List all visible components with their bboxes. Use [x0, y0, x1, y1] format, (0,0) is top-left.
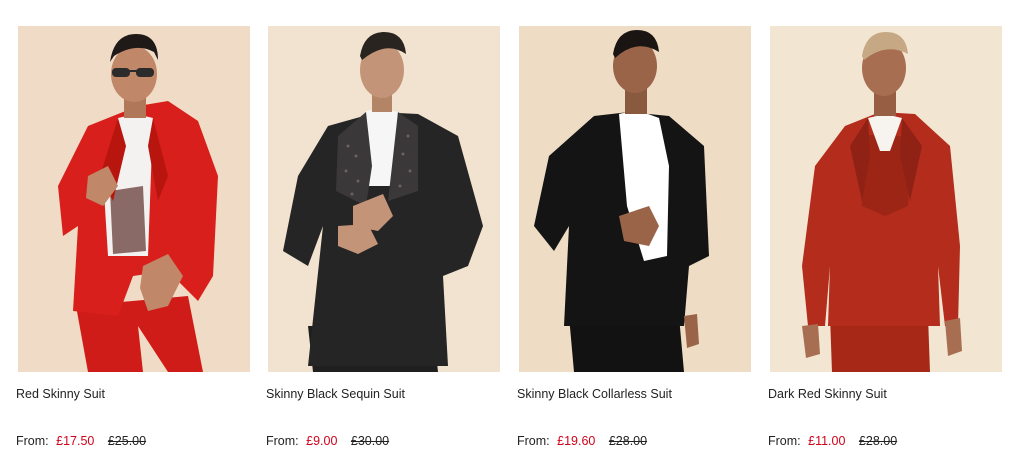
model-photo-black-collarless-suit — [519, 26, 751, 372]
model-photo-black-sequin-suit — [268, 26, 500, 372]
product-title-link[interactable]: Dark Red Skinny Suit — [768, 387, 1004, 401]
product-image[interactable] — [519, 26, 751, 372]
product-image[interactable] — [770, 26, 1002, 372]
product-grid: Red Skinny Suit From: £17.50 £25.00 Skin… — [0, 0, 1024, 470]
sale-price: £17.50 — [56, 434, 95, 448]
product-card[interactable]: Skinny Black Sequin Suit From: £9.00 £30… — [266, 26, 502, 456]
from-label: From: — [517, 434, 550, 448]
product-title-link[interactable]: Skinny Black Sequin Suit — [266, 387, 502, 401]
price-row: From: £19.60 £28.00 — [517, 434, 647, 448]
from-label: From: — [266, 434, 299, 448]
price-row: From: £9.00 £30.00 — [266, 434, 389, 448]
model-photo-dark-red-suit — [770, 26, 1002, 372]
product-image[interactable] — [268, 26, 500, 372]
model-photo-red-suit — [18, 26, 250, 372]
original-price: £28.00 — [608, 434, 648, 448]
product-card[interactable]: Dark Red Skinny Suit From: £11.00 £28.00 — [768, 26, 1004, 456]
product-title-link[interactable]: Red Skinny Suit — [16, 387, 252, 401]
original-price: £28.00 — [858, 434, 898, 448]
product-card[interactable]: Red Skinny Suit From: £17.50 £25.00 — [16, 26, 252, 456]
sale-price: £11.00 — [808, 434, 846, 448]
sale-price: £9.00 — [306, 434, 338, 448]
product-image[interactable] — [18, 26, 250, 372]
original-price: £25.00 — [107, 434, 147, 448]
product-card[interactable]: Skinny Black Collarless Suit From: £19.6… — [517, 26, 753, 456]
price-row: From: £11.00 £28.00 — [768, 434, 897, 448]
sale-price: £19.60 — [557, 434, 596, 448]
from-label: From: — [768, 434, 801, 448]
price-row: From: £17.50 £25.00 — [16, 434, 146, 448]
from-label: From: — [16, 434, 49, 448]
product-title-link[interactable]: Skinny Black Collarless Suit — [517, 387, 753, 401]
original-price: £30.00 — [350, 434, 390, 448]
